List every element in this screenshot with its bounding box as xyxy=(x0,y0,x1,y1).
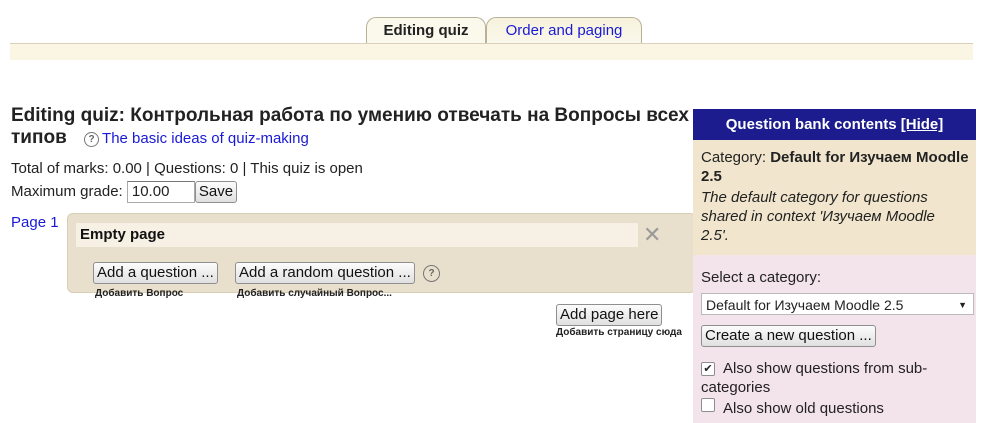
max-grade-input[interactable]: 10.00 xyxy=(126,181,195,204)
question-bank-panel: Question bank contents [Hide] Category: … xyxy=(693,109,976,423)
max-grade-label: Maximum grade: xyxy=(11,183,123,200)
max-grade-row: Maximum grade: 10.00 Save xyxy=(11,181,238,204)
show-old-checkbox[interactable] xyxy=(701,398,715,412)
tab-editing-quiz[interactable]: Editing quiz xyxy=(366,17,486,45)
create-question-button[interactable]: Create a new question ... xyxy=(701,325,876,347)
save-button[interactable]: Save xyxy=(194,181,238,203)
add-page-hint: Добавить страницу сюда xyxy=(556,327,682,338)
quiz-summary: Total of marks: 0.00 | Questions: 0 | Th… xyxy=(11,160,363,177)
show-old-label: Also show old questions xyxy=(723,400,884,417)
add-question-hint: Добавить Вопрос xyxy=(95,288,184,299)
help-link[interactable]: ? The basic ideas of quiz-making xyxy=(84,130,309,147)
category-info: Category: Default for Изучаем Moodle 2.5… xyxy=(693,140,976,255)
add-question-button[interactable]: Add a question ... xyxy=(93,262,218,284)
tab-order-and-paging[interactable]: Order and paging xyxy=(486,17,642,44)
category-select[interactable]: Default for Изучаем Moodle 2.5 ▼ xyxy=(701,293,974,315)
close-icon[interactable]: ✕ xyxy=(643,223,661,247)
help-icon: ? xyxy=(84,132,100,147)
category-controls: Select a category: Default for Изучаем M… xyxy=(693,255,976,423)
show-subcategories-checkbox[interactable]: ✔ xyxy=(701,362,715,376)
page-label: Page 1 xyxy=(11,214,59,231)
show-old-row: Also show old questions xyxy=(701,398,971,418)
category-heading: Category: Default for Изучаем Moodle 2.5 xyxy=(701,148,971,186)
show-subcategories-label: Also show questions from sub-categories xyxy=(701,360,928,396)
show-subcategories-row: ✔ Also show questions from sub-categories xyxy=(701,359,971,397)
tab-bar: Editing quiz Order and paging xyxy=(0,0,983,45)
add-random-question-button[interactable]: Add a random question ... xyxy=(235,262,415,284)
hide-link[interactable]: [Hide] xyxy=(901,116,944,133)
help-icon[interactable]: ? xyxy=(423,265,440,282)
select-category-label: Select a category: xyxy=(701,269,822,286)
add-random-hint: Добавить случайный Вопрос... xyxy=(237,288,392,299)
add-page-button[interactable]: Add page here xyxy=(556,304,663,326)
page-title: Editing quiz: Контрольная работа по умен… xyxy=(11,105,691,150)
page-container: Empty page ✕ Add a question ... Add a ra… xyxy=(67,213,696,293)
empty-page-label: Empty page xyxy=(76,223,638,247)
question-bank-header: Question bank contents [Hide] xyxy=(693,109,976,140)
category-description: The default category for questions share… xyxy=(701,189,935,244)
question-bank-title: Question bank contents xyxy=(725,116,897,133)
chevron-down-icon: ▼ xyxy=(958,300,967,310)
tab-content-strip xyxy=(10,44,973,60)
category-label: Category: xyxy=(701,149,767,166)
help-link-text[interactable]: The basic ideas of quiz-making xyxy=(102,130,309,147)
category-select-value: Default for Изучаем Moodle 2.5 xyxy=(706,297,904,313)
